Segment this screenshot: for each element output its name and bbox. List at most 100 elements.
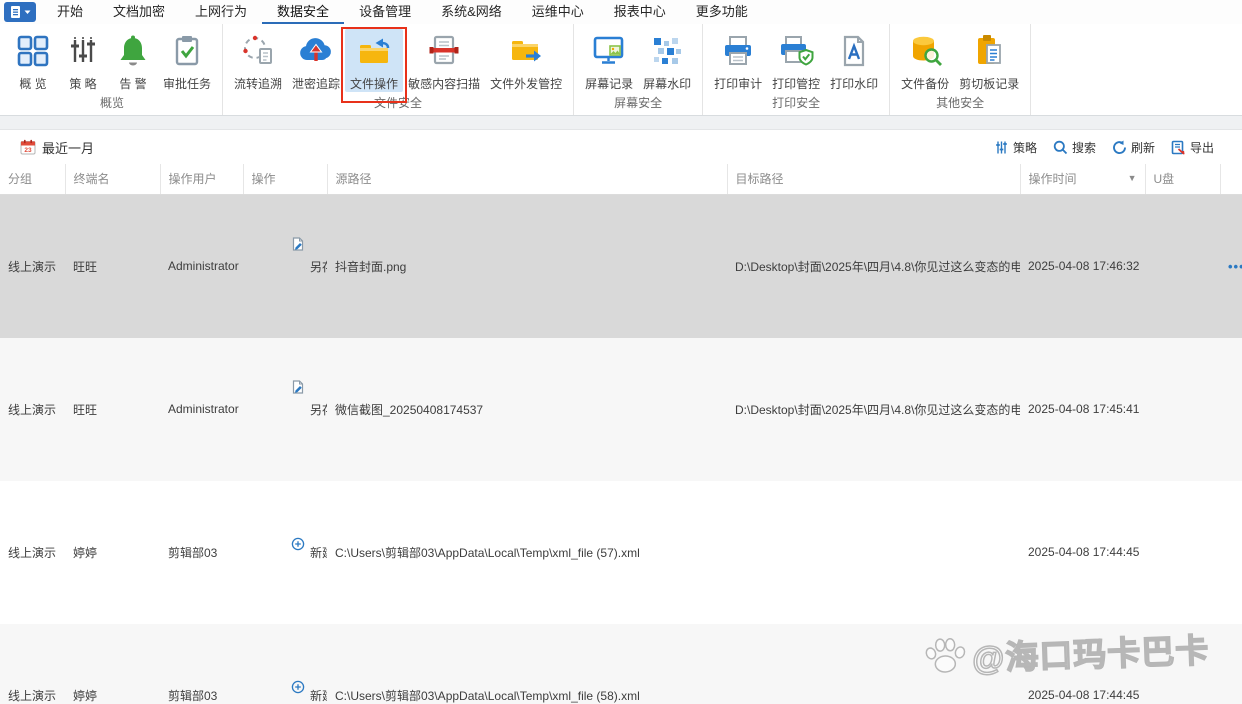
cell-usb <box>1145 624 1220 704</box>
column-header-source-path[interactable]: 源路径 <box>327 164 728 195</box>
column-header-terminal[interactable]: 终端名 <box>65 164 161 195</box>
operation-label: 新建 <box>310 545 327 560</box>
cell-source-path: 抖音封面.png <box>335 259 407 274</box>
ribbon-item-print-audit[interactable]: 打印审计 <box>709 29 767 92</box>
cell-group: 线上演示 <box>8 545 57 560</box>
tab-data-security[interactable]: 数据安全 <box>262 0 345 24</box>
ribbon-item-leak-tracking[interactable]: 泄密追踪 <box>287 29 345 92</box>
operation-label: 另存为 <box>310 259 327 274</box>
ribbon-item-file-backup[interactable]: 文件备份 <box>896 29 954 92</box>
cell-terminal: 婷婷 <box>73 545 98 560</box>
leak-cloud-icon <box>292 31 340 71</box>
policy-button[interactable]: 策略 <box>994 139 1037 156</box>
save-as-icon <box>292 379 304 394</box>
cell-source-path: 微信截图_20250408174537 <box>335 402 484 417</box>
tab-doc-encryption[interactable]: 文档加密 <box>98 0 180 24</box>
ribbon-item-print-control[interactable]: 打印管控 <box>767 29 825 92</box>
tab-ops-center[interactable]: 运维中心 <box>517 0 599 24</box>
cell-target-path: D:\Desktop\封面\2025年\四月\4.8\你见过这么变态的电脑监..… <box>735 259 1020 274</box>
app-menu-button[interactable] <box>4 2 36 22</box>
svg-text:23: 23 <box>24 147 32 154</box>
print-control-icon <box>772 31 820 71</box>
cell-user: 剪辑部03 <box>168 688 218 703</box>
operation-icon <box>251 652 305 704</box>
tab-system-network[interactable]: 系统&网络 <box>426 0 517 24</box>
cell-source-path: C:\Users\剪辑部03\AppData\Local\Temp\xml_fi… <box>335 545 640 560</box>
ribbon-item-overview[interactable]: 概 览 <box>8 29 58 92</box>
file-backup-icon <box>901 31 949 71</box>
export-icon <box>1171 140 1185 155</box>
column-header-operation[interactable]: 操作 <box>243 164 328 195</box>
table-row[interactable]: 线上演示 婷婷 剪辑部03 新建 C:\Users\剪辑部03\AppData\… <box>0 623 1242 704</box>
column-header-extra <box>1220 164 1242 195</box>
cell-time: 2025-04-08 17:44:45 <box>1028 688 1140 702</box>
cell-row-menu <box>1220 481 1242 624</box>
ribbon-item-file-send-control[interactable]: 文件外发管控 <box>485 29 567 92</box>
operation-label: 另存为 <box>310 402 327 417</box>
table-row[interactable]: 线上演示 旺旺 Administrator 另存为 微信截图_202504081… <box>0 337 1242 481</box>
cell-user: 剪辑部03 <box>168 545 218 560</box>
time-filter-caret-icon[interactable]: ▼ <box>1128 173 1137 183</box>
save-as-icon <box>292 236 304 251</box>
ribbon-item-sensitive-content-scan[interactable]: 敏感内容扫描 <box>403 29 485 92</box>
ribbon-group-other-security: 文件备份 剪切板记录 其他安全 <box>890 24 1032 115</box>
filter-bar: 23 最近一月 策略 搜索 刷新 导出 <box>0 130 1242 164</box>
column-header-usb[interactable]: U盘 <box>1145 164 1221 195</box>
ribbon-item-screen-record[interactable]: 屏幕记录 <box>580 29 638 92</box>
ribbon-item-print-watermark[interactable]: 打印水印 <box>825 29 883 92</box>
refresh-button[interactable]: 刷新 <box>1112 139 1155 156</box>
export-button[interactable]: 导出 <box>1171 139 1214 156</box>
ribbon-item-alerts[interactable]: 告 警 <box>108 29 158 92</box>
cell-operation: 新建 <box>243 624 327 704</box>
ribbon-item-approval-tasks[interactable]: 审批任务 <box>158 29 216 92</box>
cell-time: 2025-04-08 17:45:41 <box>1028 402 1140 416</box>
ribbon-panel-gap <box>0 116 1242 130</box>
search-icon <box>1053 140 1068 154</box>
cell-usb <box>1145 194 1220 338</box>
table-row[interactable]: 线上演示 婷婷 剪辑部03 新建 C:\Users\剪辑部03\AppData\… <box>0 481 1242 624</box>
column-header-group[interactable]: 分组 <box>0 164 66 195</box>
cell-operation: 新建 <box>243 481 327 624</box>
operation-icon <box>251 366 305 453</box>
ribbon-item-clipboard-log[interactable]: 剪切板记录 <box>954 29 1024 92</box>
tab-start[interactable]: 开始 <box>42 0 98 24</box>
operation-icon <box>251 509 305 596</box>
cell-time: 2025-04-08 17:46:32 <box>1028 259 1140 273</box>
cell-group: 线上演示 <box>8 259 57 274</box>
document-icon <box>10 6 20 18</box>
tab-report-center[interactable]: 报表中心 <box>599 0 681 24</box>
print-audit-icon <box>714 31 762 71</box>
ribbon-item-policy[interactable]: 策 略 <box>58 29 108 92</box>
table-header: 分组 终端名 操作用户 操作 源路径 目标路径 操作时间 ▼ U盘 <box>0 164 1242 195</box>
tab-device-management[interactable]: 设备管理 <box>344 0 426 24</box>
ribbon-item-screen-watermark[interactable]: 屏幕水印 <box>638 29 696 92</box>
cell-operation: 另存为 <box>243 338 327 481</box>
column-header-target-path[interactable]: 目标路径 <box>727 164 1021 195</box>
tab-web-behavior[interactable]: 上网行为 <box>180 0 262 24</box>
ribbon-item-flow-trace[interactable]: 流转追溯 <box>229 29 287 92</box>
cell-source-path: C:\Users\剪辑部03\AppData\Local\Temp\xml_fi… <box>335 688 640 703</box>
data-security-console: 开始 文档加密 上网行为 数据安全 设备管理 系统&网络 运维中心 报表中心 更… <box>0 0 1242 704</box>
cell-row-menu <box>1220 338 1242 481</box>
ribbon-group-overview: 概 览 策 略 告 警 审批任务 概览 <box>2 24 224 115</box>
trace-cycle-icon <box>234 31 282 71</box>
column-header-time[interactable]: 操作时间 ▼ <box>1020 164 1146 195</box>
refresh-icon <box>1113 140 1126 154</box>
ribbon-item-file-operations[interactable]: 文件操作 <box>341 27 408 103</box>
chevron-down-icon <box>24 10 30 14</box>
table-actions: 策略 搜索 刷新 导出 <box>994 139 1214 156</box>
table-body: 线上演示 旺旺 Administrator 另存为 抖音封面.png D:\De… <box>0 194 1242 704</box>
column-header-user[interactable]: 操作用户 <box>160 164 244 195</box>
row-more-icon[interactable]: ••• <box>1228 259 1242 274</box>
tab-more-features[interactable]: 更多功能 <box>681 0 763 24</box>
cell-time: 2025-04-08 17:44:45 <box>1028 545 1140 559</box>
file-send-control-icon <box>490 31 562 71</box>
table-row[interactable]: 线上演示 旺旺 Administrator 另存为 抖音封面.png D:\De… <box>0 194 1242 338</box>
date-range-filter[interactable]: 23 最近一月 <box>20 138 94 157</box>
screen-watermark-icon <box>643 31 691 71</box>
cell-terminal: 婷婷 <box>73 688 98 703</box>
cell-user: Administrator <box>168 259 239 273</box>
search-button[interactable]: 搜索 <box>1053 139 1096 156</box>
ribbon-group-label: 屏幕安全 <box>614 96 663 110</box>
screen-record-icon <box>585 31 633 71</box>
